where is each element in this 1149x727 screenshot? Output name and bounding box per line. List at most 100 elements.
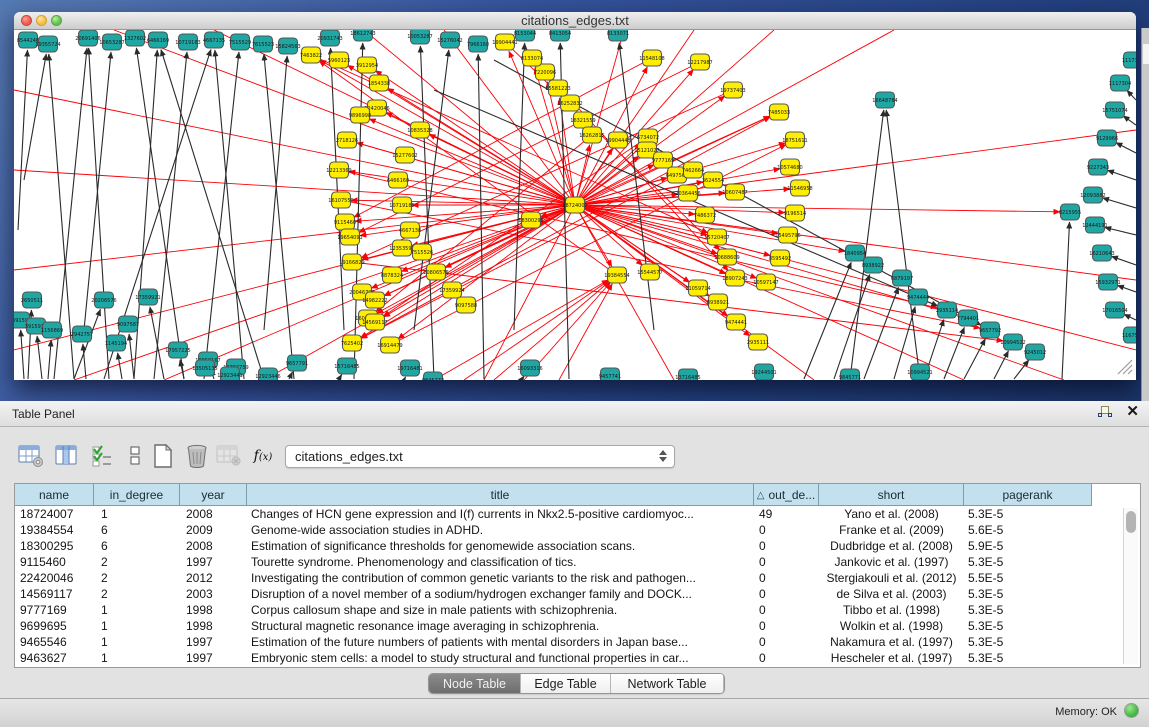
graph-edge[interactable] xyxy=(886,110,920,379)
graph-node-teal[interactable]: 12923441 xyxy=(217,367,242,380)
graph-node-teal[interactable]: 9245012 xyxy=(1024,344,1046,360)
table-cell[interactable]: 0 xyxy=(754,522,819,538)
table-cell[interactable]: 5.3E-5 xyxy=(964,618,1092,634)
graph-node-yellow[interactable]: 2935111 xyxy=(747,334,769,350)
graph-edge[interactable] xyxy=(575,205,757,278)
table-cell[interactable]: Estimation of the future numbers of pati… xyxy=(247,634,754,650)
table-cell[interactable]: 0 xyxy=(754,586,819,602)
table-cell[interactable]: Investigating the contribution of common… xyxy=(247,570,754,586)
table-row[interactable]: 911546021997Tourette syndrome. Phenomeno… xyxy=(15,554,1140,570)
graph-node-yellow[interactable]: 12217987 xyxy=(687,54,712,70)
table-row[interactable]: 946554611997Estimation of the future num… xyxy=(15,634,1140,650)
graph-node-teal[interactable]: 9657792 xyxy=(979,322,1001,338)
table-cell[interactable]: 0 xyxy=(754,570,819,586)
table-cell[interactable]: 2008 xyxy=(180,506,247,522)
graph-edge[interactable] xyxy=(575,30,894,205)
graph-edge[interactable] xyxy=(575,205,674,380)
show-columns-icon[interactable] xyxy=(52,441,82,471)
table-cell[interactable]: 18724007 xyxy=(15,506,94,522)
graph-node-yellow[interactable]: 12213369 xyxy=(326,162,351,178)
graph-edge[interactable] xyxy=(804,262,851,379)
graph-node-yellow[interactable]: 19654091 xyxy=(337,229,362,245)
graph-edge[interactable] xyxy=(24,54,46,180)
table-cell[interactable]: Yano et al. (2008) xyxy=(819,506,964,522)
graph-edge[interactable] xyxy=(964,339,985,379)
graph-node-yellow[interactable]: 3624554 xyxy=(702,172,724,188)
graph-node-yellow[interactable]: 14982222 xyxy=(362,292,387,308)
table-cell[interactable]: Estimation of significance thresholds fo… xyxy=(247,538,754,554)
table-cell[interactable]: 5.3E-5 xyxy=(964,554,1092,570)
graph-edge[interactable] xyxy=(129,334,134,379)
graph-node-yellow[interactable]: 18724007 xyxy=(562,197,587,213)
graph-node-teal[interactable]: 9474444 xyxy=(907,289,929,305)
graph-node-teal[interactable]: 7515529 xyxy=(229,34,251,50)
tab-edge-table[interactable]: Edge Table xyxy=(521,674,611,693)
graph-edge[interactable] xyxy=(1117,285,1136,292)
table-row[interactable]: 969969511998Structural magnetic resonanc… xyxy=(15,618,1140,634)
graph-node-teal[interactable]: 9129966 xyxy=(1096,130,1118,146)
delete-table-icon[interactable] xyxy=(182,441,212,471)
graph-node-teal[interactable]: 10994521 xyxy=(907,364,932,380)
graph-edge[interactable] xyxy=(1124,314,1136,320)
graph-edge[interactable] xyxy=(21,330,24,379)
column-header-pagerank[interactable]: pagerank xyxy=(964,484,1092,506)
graph-node-teal[interactable]: 15932971 xyxy=(1095,274,1120,290)
table-cell[interactable]: 5.6E-5 xyxy=(964,522,1092,538)
table-cell[interactable]: 2 xyxy=(94,570,180,586)
graph-node-yellow[interactable]: 16107550 xyxy=(328,192,353,208)
graph-edge[interactable] xyxy=(289,372,293,379)
graph-edge[interactable] xyxy=(354,43,363,379)
graph-edge[interactable] xyxy=(1107,170,1136,180)
graph-node-yellow[interactable]: 19904448 xyxy=(605,132,630,148)
table-cell[interactable]: 5.3E-5 xyxy=(964,602,1092,618)
graph-node-yellow[interactable]: 16252832 xyxy=(557,95,582,111)
graph-node-teal[interactable]: 10053287 xyxy=(407,30,432,44)
table-row[interactable]: 946362711997Embryonic stem cells: a mode… xyxy=(15,650,1140,666)
graph-edge[interactable] xyxy=(204,52,239,379)
column-header-year[interactable]: year xyxy=(180,484,247,506)
column-header-name[interactable]: name xyxy=(15,484,94,506)
graph-edge[interactable] xyxy=(494,281,609,380)
table-cell[interactable]: 5.3E-5 xyxy=(964,586,1092,602)
graph-node-yellow[interactable]: 10597147 xyxy=(753,274,778,290)
graph-node-yellow[interactable]: 18300295 xyxy=(518,212,543,228)
table-cell[interactable]: 6 xyxy=(94,522,180,538)
graph-node-yellow[interactable]: 7515526 xyxy=(411,244,433,260)
graph-node-teal[interactable]: 4667135 xyxy=(203,32,225,48)
graph-node-teal[interactable]: 20931743 xyxy=(317,30,342,46)
graph-node-teal[interactable]: 9227343 xyxy=(1087,159,1109,175)
graph-edge[interactable] xyxy=(1127,90,1136,100)
table-cell[interactable]: Disruption of a novel member of a sodium… xyxy=(247,586,754,602)
table-row[interactable]: 2242004622012Investigating the contribut… xyxy=(15,570,1140,586)
graph-edge[interactable] xyxy=(1105,227,1136,235)
graph-node-teal[interactable]: 9457741 xyxy=(599,368,621,380)
graph-edge[interactable] xyxy=(994,351,1008,379)
graph-node-teal[interactable]: 9657791 xyxy=(286,355,308,371)
graph-node-teal[interactable]: 18612743 xyxy=(350,30,375,41)
graph-edge[interactable] xyxy=(320,60,575,205)
table-cell[interactable]: 0 xyxy=(754,602,819,618)
graph-node-yellow[interactable]: 14569117 xyxy=(362,314,387,330)
table-cell[interactable]: 2 xyxy=(94,586,180,602)
graph-node-yellow[interactable]: 9097588 xyxy=(455,297,477,313)
table-cell[interactable]: 18300295 xyxy=(15,538,94,554)
graph-node-teal[interactable]: 1327602 xyxy=(124,30,146,46)
graph-node-yellow[interactable]: 10719185 xyxy=(389,197,414,213)
graph-node-yellow[interactable]: 10835328 xyxy=(407,122,432,138)
row-height-icon[interactable] xyxy=(120,441,150,471)
graph-node-teal[interactable]: 12444191 xyxy=(1082,217,1107,233)
graph-node-teal[interactable]: 6466169 xyxy=(147,32,169,48)
graph-edge[interactable] xyxy=(319,61,617,275)
table-cell[interactable]: 1 xyxy=(94,602,180,618)
graph-node-yellow[interactable]: 6466160 xyxy=(387,172,409,188)
graph-node-yellow[interactable]: 9777169 xyxy=(652,152,674,168)
table-cell[interactable]: 5.3E-5 xyxy=(964,634,1092,650)
graph-node-teal[interactable]: 15716485 xyxy=(334,358,359,374)
table-cell[interactable]: 1 xyxy=(94,618,180,634)
table-cell[interactable]: 1 xyxy=(94,506,180,522)
table-cell[interactable]: Genome-wide association studies in ADHD. xyxy=(247,522,754,538)
graph-node-teal[interactable]: 16210643 xyxy=(1089,245,1114,261)
table-scrollbar[interactable] xyxy=(1123,508,1138,664)
graph-node-teal[interactable]: 19355724 xyxy=(35,36,60,52)
graph-node-teal[interactable]: 17957225 xyxy=(165,342,190,358)
